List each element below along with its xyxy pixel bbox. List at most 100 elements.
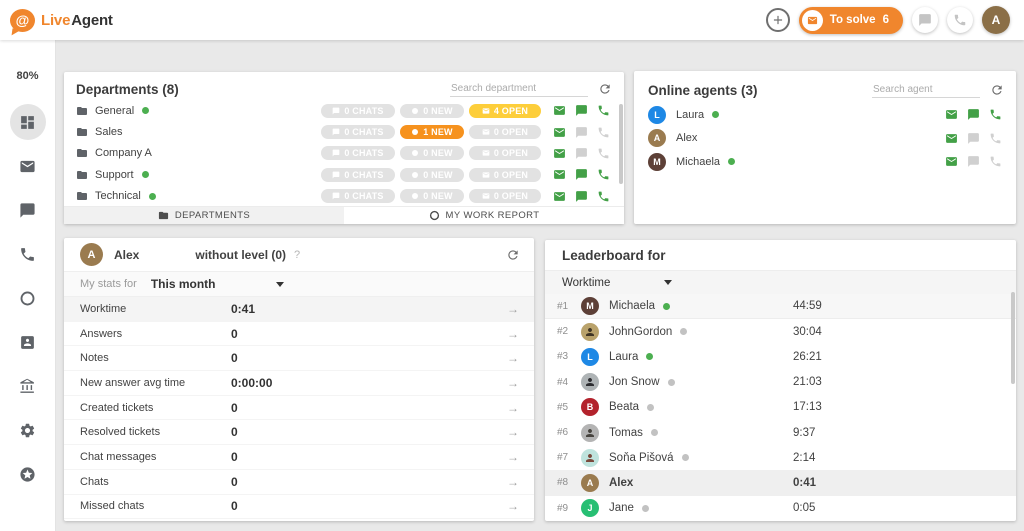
- agent-level: without level (0): [195, 247, 287, 262]
- chat-icon: [968, 132, 979, 144]
- department-row[interactable]: Technical 0 CHATS 0 NEW 0 OPEN: [64, 186, 624, 207]
- stat-row[interactable]: New answer avg time 0:00:00 →: [64, 371, 534, 396]
- help-icon[interactable]: ?: [294, 249, 300, 261]
- chat-department-button[interactable]: [575, 126, 588, 139]
- leaderboard-row[interactable]: #4 Jon Snow 21:03: [545, 370, 1016, 395]
- stat-row[interactable]: Notes 0 →: [64, 346, 534, 372]
- stat-row[interactable]: Resolved tickets 0 →: [64, 420, 534, 446]
- leaderboard-row[interactable]: #8 A Alex 0:41: [545, 470, 1016, 496]
- status-dot: [680, 328, 688, 336]
- refresh-agents-button[interactable]: [990, 83, 1004, 97]
- liveagent-logo[interactable]: @ Live Agent: [10, 8, 113, 32]
- leaderboard-scrollbar[interactable]: [1011, 292, 1015, 384]
- left-sidebar: 80%: [0, 40, 56, 531]
- call-agent-button[interactable]: [989, 132, 1002, 145]
- sidebar-item-mail[interactable]: [10, 148, 46, 184]
- chat-agent-button[interactable]: [967, 108, 980, 121]
- chat-agent-button[interactable]: [967, 155, 980, 168]
- rank-label: #7: [557, 452, 569, 464]
- email-department-button[interactable]: [553, 104, 566, 117]
- chat-icon: [576, 169, 587, 181]
- stat-row[interactable]: Chat messages 0 →: [64, 445, 534, 470]
- sidebar-item-bank[interactable]: [10, 368, 46, 404]
- agent-name: Michaela: [609, 300, 656, 313]
- email-department-button[interactable]: [553, 147, 566, 160]
- agent-row[interactable]: A Alex: [634, 127, 1016, 151]
- email-agent-button[interactable]: [945, 155, 958, 168]
- stat-row[interactable]: Chats 0 →: [64, 470, 534, 495]
- departments-scrollbar[interactable]: [619, 104, 623, 184]
- agent-row[interactable]: L Laura: [634, 103, 1016, 127]
- refresh-stats-button[interactable]: [506, 248, 520, 262]
- chat-department-button[interactable]: [575, 168, 588, 181]
- tab-departments[interactable]: DEPARTMENTS: [64, 207, 344, 224]
- rank-label: #9: [557, 502, 569, 514]
- email-department-button[interactable]: [553, 126, 566, 139]
- sidebar-item-history[interactable]: [10, 280, 46, 316]
- search-department-input[interactable]: [450, 81, 588, 97]
- call-agent-button[interactable]: [989, 155, 1002, 168]
- call-department-button[interactable]: [597, 126, 610, 139]
- phone-icon: [990, 156, 1001, 167]
- leaderboard-row[interactable]: #7 Soňa Pišová 2:14: [545, 445, 1016, 470]
- leaderboard-row[interactable]: #1 M Michaela 44:59: [545, 294, 1016, 320]
- agent-avatar: B: [581, 398, 599, 417]
- stats-period-dropdown[interactable]: This month: [151, 277, 284, 291]
- leaderboard-row[interactable]: #5 B Beata 17:13: [545, 395, 1016, 420]
- call-department-button[interactable]: [597, 168, 610, 181]
- agent-rows: L Laura A Alex M Michaela: [634, 103, 1016, 174]
- tab-my-work-report[interactable]: MY WORK REPORT: [344, 207, 624, 224]
- chat-department-button[interactable]: [575, 190, 588, 203]
- calls-button[interactable]: [947, 7, 973, 33]
- new-tickets-badge: 0 NEW: [400, 146, 464, 161]
- leaderboard-row[interactable]: #6 Tomas 9:37: [545, 420, 1016, 445]
- stat-row[interactable]: Worktime 0:41 →: [64, 297, 534, 322]
- mail-icon: [554, 149, 565, 158]
- stat-value: 0: [231, 425, 238, 440]
- call-agent-button[interactable]: [989, 108, 1002, 121]
- leaderboard-row[interactable]: #3 L Laura 26:21: [545, 344, 1016, 369]
- sidebar-item-phone[interactable]: [10, 236, 46, 272]
- chats-button[interactable]: [912, 7, 938, 33]
- sidebar-item-settings[interactable]: [10, 412, 46, 448]
- departments-panel: Departments (8) General 0 CHATS 0 NEW 4 OPE…: [64, 72, 624, 224]
- open-tickets-badge: 0 OPEN: [469, 167, 541, 182]
- email-department-button[interactable]: [553, 190, 566, 203]
- history-icon: [20, 291, 35, 305]
- call-department-button[interactable]: [597, 190, 610, 203]
- email-agent-button[interactable]: [945, 108, 958, 121]
- agent-row[interactable]: M Michaela: [634, 150, 1016, 174]
- department-row[interactable]: Company A 0 CHATS 0 NEW 0 OPEN: [64, 143, 624, 164]
- sidebar-item-contacts[interactable]: [10, 324, 46, 360]
- stat-row[interactable]: Missed chats 0 →: [64, 495, 534, 520]
- call-department-button[interactable]: [597, 104, 610, 117]
- stat-row[interactable]: Answers 0 →: [64, 322, 534, 347]
- arrow-right-icon: →: [507, 425, 519, 440]
- leaderboard-row[interactable]: #2 JohnGordon 30:04: [545, 319, 1016, 344]
- refresh-departments-button[interactable]: [598, 82, 612, 96]
- search-agent-input[interactable]: [872, 82, 980, 98]
- department-row[interactable]: General 0 CHATS 0 NEW 4 OPEN: [64, 100, 624, 121]
- my-stats-panel: A Alex without level (0) ? My stats for …: [64, 238, 534, 521]
- email-department-button[interactable]: [553, 168, 566, 181]
- chat-agent-button[interactable]: [967, 132, 980, 145]
- new-tickets-badge: 1 NEW: [400, 125, 464, 140]
- folder-icon: [77, 192, 87, 201]
- sidebar-item-star[interactable]: [10, 456, 46, 492]
- sidebar-item-dashboard[interactable]: [9, 104, 46, 140]
- call-department-button[interactable]: [597, 147, 610, 160]
- arrow-right-icon: →: [507, 499, 519, 514]
- chat-department-button[interactable]: [575, 147, 588, 160]
- email-agent-button[interactable]: [945, 132, 958, 145]
- user-avatar[interactable]: A: [982, 6, 1010, 34]
- sidebar-item-chat[interactable]: [10, 192, 46, 228]
- to-solve-button[interactable]: To solve 6: [798, 6, 903, 34]
- stat-row[interactable]: Created tickets 0 →: [64, 396, 534, 421]
- leaderboard-row[interactable]: #9 J Jane 0:05: [545, 496, 1016, 521]
- department-row[interactable]: Sales 0 CHATS 1 NEW 0 OPEN: [64, 121, 624, 142]
- chat-department-button[interactable]: [575, 104, 588, 117]
- department-row[interactable]: Support 0 CHATS 0 NEW 0 OPEN: [64, 164, 624, 185]
- add-button[interactable]: [765, 8, 790, 32]
- metric-value: 17:13: [793, 401, 822, 414]
- leaderboard-metric-dropdown[interactable]: Worktime: [545, 270, 1016, 294]
